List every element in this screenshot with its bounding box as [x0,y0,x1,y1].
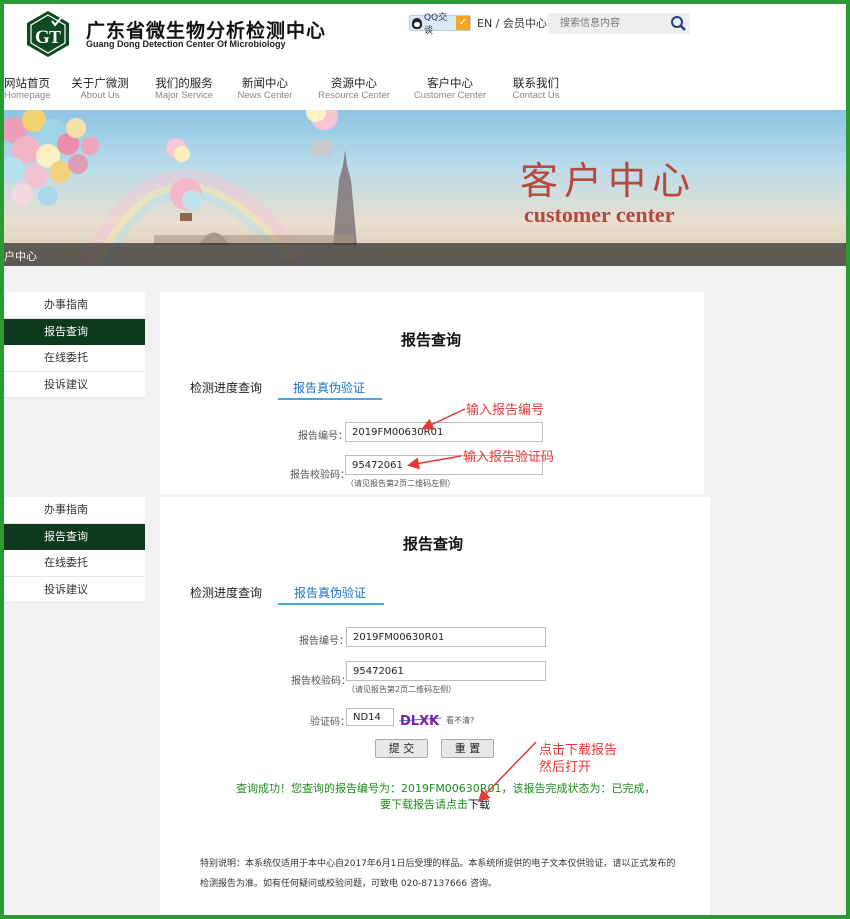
arrow-to-report-no [421,408,466,430]
arrow-to-check-code [407,455,462,470]
annotation-arrows [407,408,537,803]
screenshot-frame: G T 广东省微生物分析检测中心 Guang Dong Detection Ce… [4,4,846,915]
arrow-to-download [477,741,537,803]
